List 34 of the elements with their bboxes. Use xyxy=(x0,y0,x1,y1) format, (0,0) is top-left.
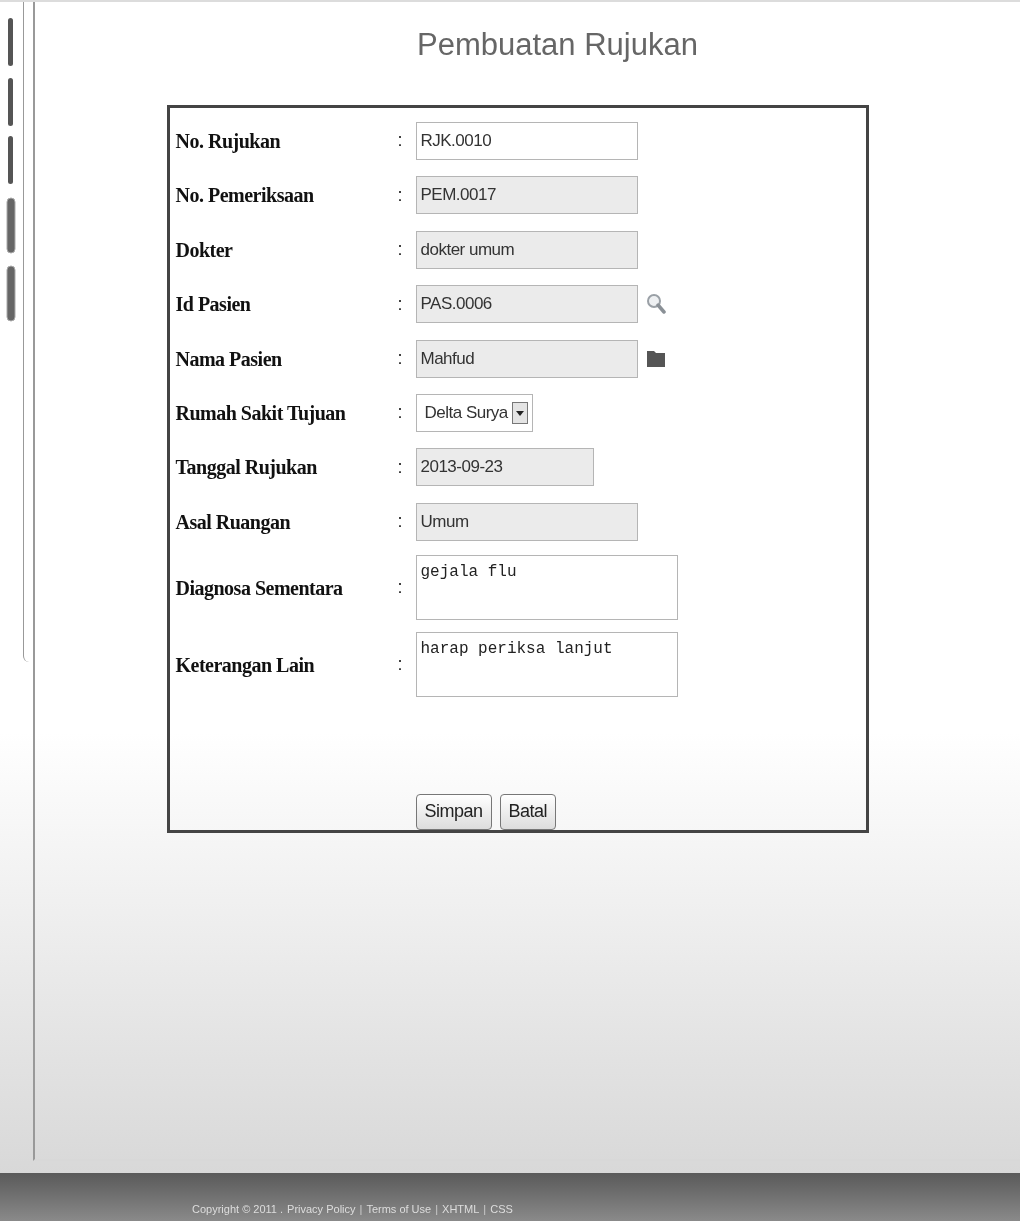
field-label: Dokter xyxy=(175,237,234,263)
colon: : xyxy=(397,238,403,262)
text-area[interactable]: gejala flu xyxy=(415,555,678,621)
field-label: Id Pasien xyxy=(175,292,252,318)
field-label: No. Rujukan xyxy=(175,128,282,155)
field-label: Nama Pasien xyxy=(175,346,283,372)
folder-icon[interactable] xyxy=(645,348,666,369)
copyright-text: Copyright © 2011 . xyxy=(192,1201,284,1217)
caret-icon xyxy=(511,402,528,424)
field-label: Tanggal Rujukan xyxy=(175,455,318,481)
page-title: Pembuatan Rujukan xyxy=(417,26,698,64)
field-label: Asal Ruangan xyxy=(175,509,292,536)
colon: : xyxy=(397,653,403,677)
text-field[interactable]: RJK.0010 xyxy=(415,121,638,160)
colon: : xyxy=(397,510,403,534)
text-area[interactable]: harap periksa lanjut xyxy=(415,632,678,698)
separator: | xyxy=(483,1201,487,1217)
separator: | xyxy=(359,1201,363,1217)
colon: : xyxy=(397,401,403,425)
colon: : xyxy=(397,576,403,600)
separator: | xyxy=(435,1201,439,1217)
colon: : xyxy=(397,292,403,316)
colon: : xyxy=(397,129,403,153)
field-label: Rumah Sakit Tujuan xyxy=(175,401,347,427)
colon: : xyxy=(397,183,403,207)
field-label: Keterangan Lain xyxy=(175,652,316,679)
colon: : xyxy=(397,455,403,479)
field-label: No. Pemeriksaan xyxy=(175,183,315,209)
field-label: Diagnosa Sementara xyxy=(175,575,344,602)
search-icon[interactable] xyxy=(645,293,666,316)
form-button[interactable]: Simpan xyxy=(415,793,492,830)
colon: : xyxy=(397,347,403,371)
form-button[interactable]: Batal xyxy=(499,793,557,830)
dropdown[interactable]: Delta Surya xyxy=(415,394,533,432)
